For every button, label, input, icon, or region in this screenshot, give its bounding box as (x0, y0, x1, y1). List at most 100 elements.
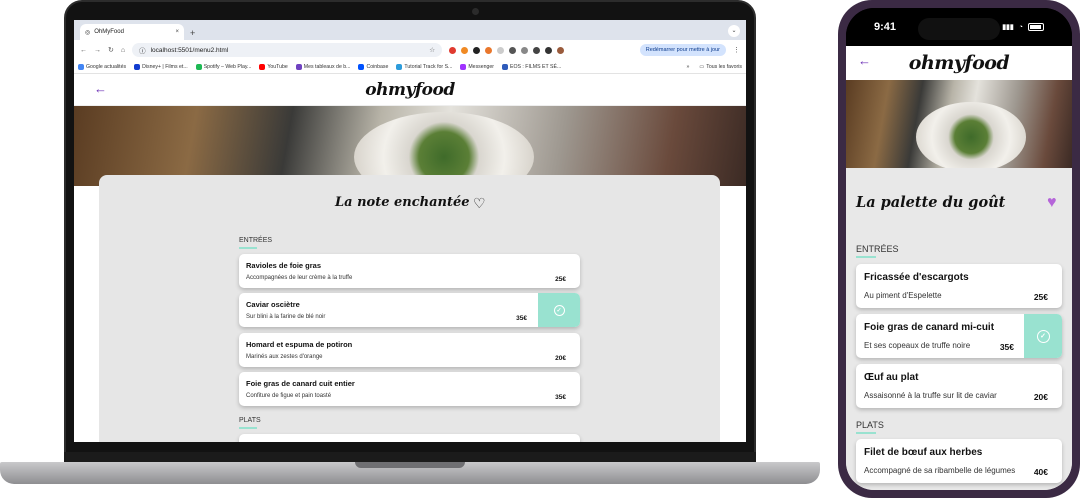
phone-screen: 9:41 ▮▮▮ ◔ ← ohmyfood La palette du goût (846, 8, 1072, 490)
site-header: ← ohmyfood (846, 46, 1072, 80)
item-description: Sur blini à la farine de blé noir (246, 314, 326, 320)
heart-filled-icon[interactable]: ♥ (1047, 194, 1057, 212)
browser-tabbar: ◎ OhMyFood × + ⌄ (74, 20, 746, 40)
item-price: 25€ (555, 276, 566, 283)
extension-icon[interactable] (449, 46, 457, 54)
all-bookmarks-button[interactable]: ▭ Tous les favoris (699, 64, 742, 70)
item-name: Filet de bœuf aux herbes (864, 447, 983, 458)
menu-item[interactable] (239, 434, 580, 442)
item-description: Marinés aux zestes d'orange (246, 354, 323, 360)
bookmarks-bar: Google actualités Disney+ | Films et... … (74, 60, 746, 74)
puzzle-icon[interactable] (533, 46, 541, 54)
menu-item[interactable]: Œuf au plat Assaisonné à la truffe sur l… (856, 364, 1062, 408)
menu-title: La note enchantée (335, 195, 470, 210)
status-time: 9:41 (874, 21, 897, 33)
extension-icon[interactable] (473, 46, 481, 54)
item-name: Caviar osciètre (246, 300, 300, 309)
logo[interactable]: ohmyfood (909, 52, 1010, 74)
back-arrow-icon[interactable]: ← (80, 47, 87, 54)
bookmarks-more-button[interactable]: » (686, 64, 689, 70)
extension-icon[interactable] (497, 46, 505, 54)
section-underline (856, 256, 876, 258)
item-price: 20€ (555, 355, 566, 362)
item-price: 35€ (555, 394, 566, 401)
more-menu-icon[interactable]: ⋮ (733, 46, 740, 54)
star-icon[interactable]: ☆ (429, 46, 435, 54)
menu-item-selected[interactable]: Foie gras de canard mi-cuit Et ses copea… (856, 314, 1062, 358)
item-description: Accompagnées de leur crème à la truffe (246, 275, 353, 281)
bookmark-item[interactable]: Mes tableaux de b... (295, 63, 350, 70)
extension-icon[interactable] (509, 46, 517, 54)
site-header: ← ohmyfood (74, 74, 746, 106)
hero-image (74, 106, 746, 186)
new-tab-button[interactable]: + (190, 28, 195, 38)
item-price: 35€ (999, 342, 1014, 352)
menu-item-selected[interactable]: Caviar osciètre Sur blini à la farine de… (239, 293, 580, 327)
laptop-screen: ◎ OhMyFood × + ⌄ ← → ↻ ⌂ ⓘ localhost:550… (74, 20, 746, 442)
item-name: Foie gras de canard cuit entier (246, 379, 355, 388)
bookmark-item[interactable]: Coinbase (358, 63, 388, 70)
restart-update-button[interactable]: Redémarrer pour mettre à jour (639, 44, 726, 56)
wifi-icon: ◔ (1018, 23, 1023, 31)
heart-icon[interactable]: ♡ (473, 195, 486, 212)
camera (472, 8, 479, 15)
close-icon[interactable]: × (175, 29, 179, 35)
phone-app: ← ohmyfood La palette du goût ♥ ENTRÉES … (846, 46, 1072, 490)
item-description: Assaisonné à la truffe sur lit de caviar (864, 391, 997, 400)
forward-arrow-icon[interactable]: → (94, 47, 101, 54)
section-underline (239, 427, 257, 429)
bookmark-item[interactable]: Spotify – Web Play... (195, 63, 251, 70)
item-name: Ravioles de foie gras (246, 261, 322, 270)
back-arrow-icon[interactable]: ← (858, 53, 871, 68)
item-name: Œuf au plat (864, 372, 919, 383)
plate-image (916, 102, 1026, 168)
laptop-notch (355, 462, 465, 468)
home-icon[interactable]: ⌂ (121, 47, 125, 54)
dynamic-island (918, 18, 1000, 40)
extension-icon[interactable] (461, 46, 469, 54)
hero-image (846, 80, 1072, 168)
battery-icon (1028, 23, 1044, 31)
section-title: ENTRÉES (239, 237, 273, 244)
item-price: 40€ (1033, 467, 1048, 477)
bookmark-item[interactable]: Tutorial Track for S... (396, 63, 452, 70)
avatar[interactable] (557, 46, 565, 54)
menu-item[interactable]: Homard et espuma de potiron Marinés aux … (239, 333, 580, 367)
bookmark-item[interactable]: Google actualités (78, 63, 126, 70)
tab-search-button[interactable]: ⌄ (728, 25, 740, 37)
section-title: ENTRÉES (856, 244, 899, 254)
menu-item[interactable]: Ravioles de foie gras Accompagnées de le… (239, 254, 580, 288)
extension-icon[interactable] (521, 46, 529, 54)
address-bar[interactable]: ⓘ localhost:5501/menu2.html ☆ (132, 43, 443, 57)
globe-icon: ◎ (85, 29, 91, 36)
browser-tab[interactable]: ◎ OhMyFood × (80, 24, 184, 40)
selected-check: ✓ (538, 293, 580, 327)
menu-title: La palette du goût (856, 194, 1006, 211)
item-price: 25€ (1033, 292, 1048, 302)
bookmark-item[interactable]: EOS : FILMS ET SÉ... (502, 63, 561, 70)
item-price: 35€ (516, 315, 527, 322)
section-underline (856, 432, 876, 434)
extensions (449, 46, 565, 54)
menu-item[interactable]: Fricassée d'escargots Au piment d'Espele… (856, 264, 1062, 308)
tab-title: OhMyFood (94, 29, 124, 35)
selected-check: ✓ (1024, 314, 1062, 358)
check-icon: ✓ (553, 304, 565, 316)
status-bar: 9:41 ▮▮▮ ◔ (846, 8, 1072, 46)
item-description: Au piment d'Espelette (864, 291, 942, 300)
bookmark-item[interactable]: Disney+ | Films et... (134, 63, 188, 70)
bookmark-item[interactable]: Messenger (460, 63, 494, 70)
site-info-icon[interactable]: ⓘ (139, 45, 146, 55)
sidebar-icon[interactable] (545, 46, 553, 54)
extension-icon[interactable] (485, 46, 493, 54)
logo[interactable]: ohmyfood (365, 80, 455, 100)
item-name: Foie gras de canard mi-cuit (864, 322, 995, 333)
bookmarks-right: » ▭ Tous les favoris (686, 64, 742, 70)
item-description: Et ses copeaux de truffe noire (864, 341, 971, 350)
status-icons: ▮▮▮ ◔ (1002, 23, 1044, 31)
bookmark-item[interactable]: YouTube (259, 63, 288, 70)
back-arrow-icon[interactable]: ← (94, 81, 107, 96)
menu-item[interactable]: Foie gras de canard cuit entier Confitur… (239, 372, 580, 406)
menu-item[interactable]: Filet de bœuf aux herbes Accompagné de s… (856, 439, 1062, 483)
reload-icon[interactable]: ↻ (108, 46, 114, 54)
